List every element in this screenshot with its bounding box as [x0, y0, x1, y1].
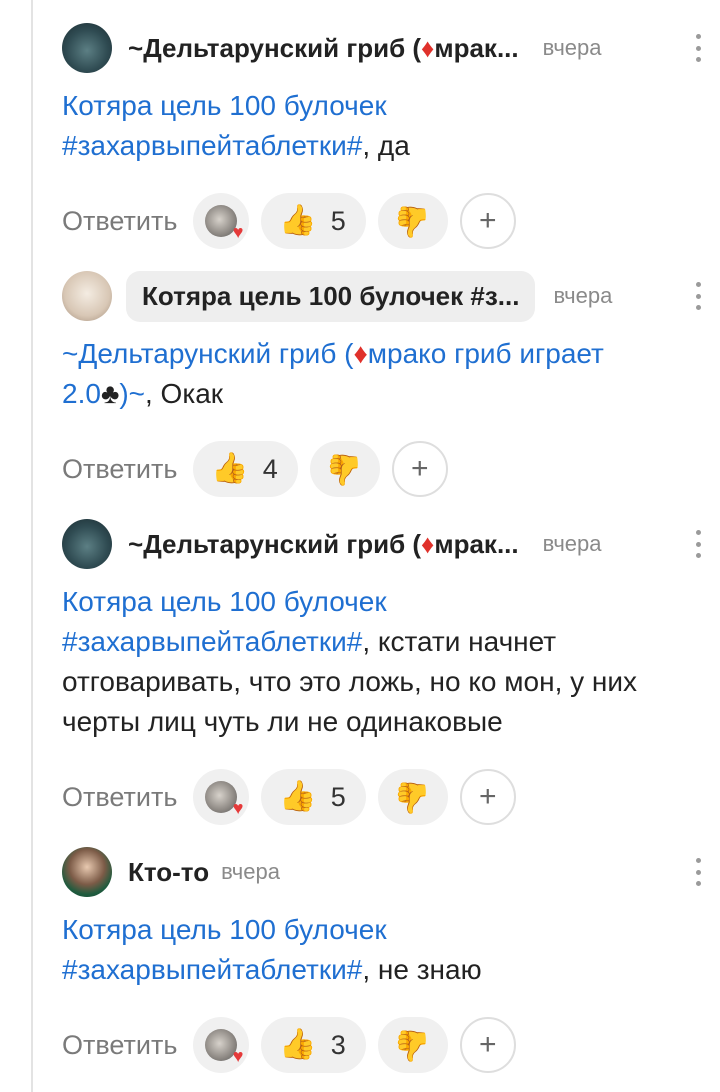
plus-icon: + [479, 1028, 497, 1061]
comment-body: , да [362, 130, 410, 161]
avatar[interactable] [62, 847, 112, 897]
like-button[interactable]: 👍 5 [261, 769, 366, 825]
comment-header: ~Дельтарунский гриб (♦мрак... вчера [62, 518, 720, 570]
comment-text: Котяра цель 100 булочек #захарвыпейтабле… [62, 582, 690, 742]
author-name[interactable]: ~Дельтарунский гриб (♦мрак... [128, 529, 519, 560]
comment-body: , не знаю [362, 954, 482, 985]
reaction-avatar-icon: ♥ [205, 1029, 243, 1065]
comment: ~Дельтарунский гриб (♦мрак... вчера Котя… [62, 518, 720, 826]
author-name[interactable]: ~Дельтарунский гриб (♦мрак... [128, 33, 519, 64]
add-reaction-button[interactable]: + [459, 1017, 516, 1073]
reply-button[interactable]: Ответить [62, 1030, 177, 1061]
timestamp: вчера [542, 35, 602, 60]
comment-actions: Ответить ♥ 👍 3 👍 + [62, 1016, 720, 1074]
diamond-icon: ♦ [421, 528, 435, 559]
comment-header: Кто-то вчера [62, 846, 720, 898]
thread-line [31, 0, 33, 1092]
mention-link[interactable]: Котяра цель 100 булочек #захарвыпейтабле… [62, 914, 387, 985]
like-count: 5 [330, 205, 346, 236]
reply-button[interactable]: Ответить [62, 206, 177, 237]
thumbs-up-icon: 👍 [211, 451, 249, 486]
timestamp: вчера [542, 531, 602, 556]
thumbs-up-icon: 👍 [279, 1027, 317, 1062]
heart-icon: ♥ [232, 798, 244, 818]
comment-header: ~Дельтарунский гриб (♦мрак... вчера [62, 22, 720, 74]
dislike-button[interactable]: 👍 [377, 193, 448, 249]
mention-link[interactable]: Котяра цель 100 булочек #захарвыпейтабле… [62, 586, 387, 657]
more-options-icon[interactable] [694, 858, 702, 886]
comment-text: Котяра цель 100 булочек #захарвыпейтабле… [62, 86, 690, 166]
heart-icon: ♥ [232, 1046, 244, 1066]
like-count: 4 [262, 453, 278, 484]
plus-icon: + [411, 452, 429, 485]
add-reaction-button[interactable]: + [459, 193, 516, 249]
comment-text: Котяра цель 100 булочек #захарвыпейтабле… [62, 910, 690, 990]
comment: Котяра цель 100 булочек #з... вчера ~Дел… [62, 270, 720, 498]
like-count: 5 [330, 781, 346, 812]
thumbs-down-icon: 👍 [394, 780, 432, 815]
comment-actions: Ответить 👍 4 👍 + [62, 440, 720, 498]
avatar[interactable] [62, 271, 112, 321]
reaction-avatar-icon: ♥ [205, 781, 243, 817]
reply-button[interactable]: Ответить [62, 782, 177, 813]
like-button[interactable]: 👍 5 [261, 193, 366, 249]
heart-icon: ♥ [232, 222, 244, 242]
comment-actions: Ответить ♥ 👍 5 👍 + [62, 192, 720, 250]
reaction-chip[interactable]: ♥ [193, 1017, 250, 1073]
dislike-button[interactable]: 👍 [377, 1017, 448, 1073]
reaction-avatar-icon: ♥ [205, 205, 243, 241]
avatar[interactable] [62, 23, 112, 73]
thumbs-down-icon: 👍 [394, 1028, 432, 1063]
thumbs-up-icon: 👍 [279, 203, 317, 238]
diamond-icon: ♦ [421, 32, 435, 63]
more-options-icon[interactable] [694, 530, 702, 558]
comment-header: Котяра цель 100 булочек #з... вчера [62, 270, 720, 322]
timestamp: вчера [553, 283, 613, 308]
comment: Кто-то вчера Котяра цель 100 булочек #за… [62, 846, 720, 1074]
plus-icon: + [479, 780, 497, 813]
comment: ~Дельтарунский гриб (♦мрак... вчера Котя… [62, 22, 720, 250]
like-button[interactable]: 👍 4 [193, 441, 298, 497]
avatar[interactable] [62, 519, 112, 569]
comment-actions: Ответить ♥ 👍 5 👍 + [62, 768, 720, 826]
like-button[interactable]: 👍 3 [261, 1017, 366, 1073]
comment-body: , Окак [145, 378, 224, 409]
timestamp: вчера [221, 859, 280, 884]
more-options-icon[interactable] [694, 282, 702, 310]
dislike-button[interactable]: 👍 [377, 769, 448, 825]
reaction-chip[interactable]: ♥ [193, 193, 250, 249]
mention-link[interactable]: ~Дельтарунский гриб (♦мрако гриб играет … [62, 338, 604, 409]
reply-button[interactable]: Ответить [62, 454, 177, 485]
author-name[interactable]: Кто-то [128, 857, 209, 888]
more-options-icon[interactable] [694, 34, 702, 62]
thumbs-down-icon: 👍 [326, 452, 364, 487]
add-reaction-button[interactable]: + [391, 441, 448, 497]
comment-text: ~Дельтарунский гриб (♦мрако гриб играет … [62, 334, 690, 414]
thumbs-up-icon: 👍 [279, 779, 317, 814]
mention-link[interactable]: Котяра цель 100 булочек #захарвыпейтабле… [62, 90, 387, 161]
diamond-icon: ♦ [353, 338, 368, 369]
like-count: 3 [330, 1029, 346, 1060]
author-name[interactable]: Котяра цель 100 булочек #з... [126, 270, 536, 322]
club-icon: ♣ [100, 378, 120, 409]
dislike-button[interactable]: 👍 [309, 441, 380, 497]
add-reaction-button[interactable]: + [459, 769, 516, 825]
thumbs-down-icon: 👍 [394, 204, 432, 239]
reaction-chip[interactable]: ♥ [193, 769, 250, 825]
plus-icon: + [479, 204, 497, 237]
